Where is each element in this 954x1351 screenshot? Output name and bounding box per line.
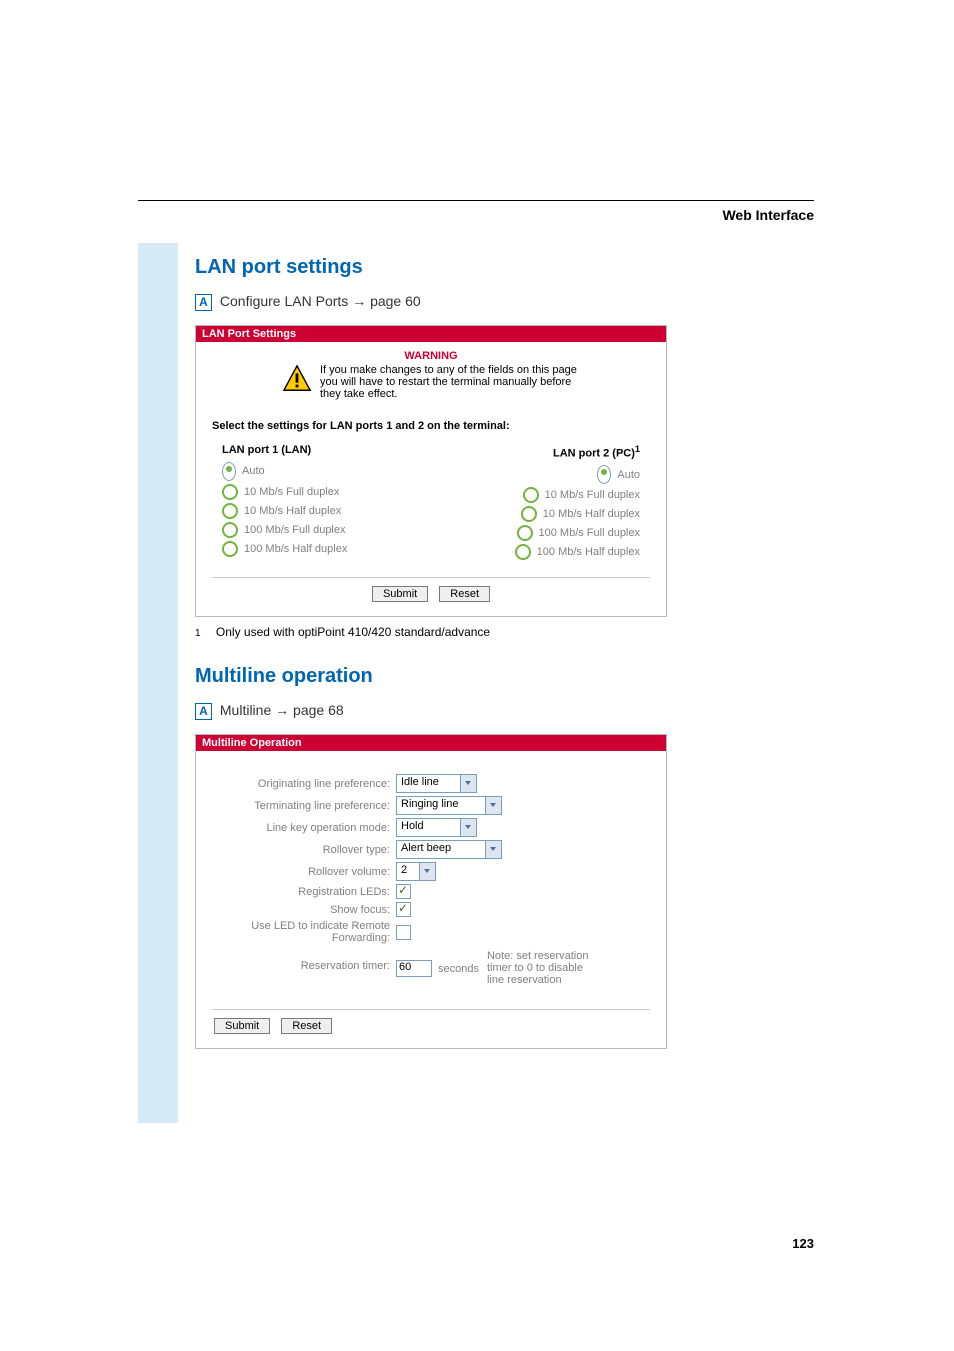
lan-col2-head-sup: 1 — [635, 444, 640, 454]
crossref-lan: A Configure LAN Ports → page 60 — [195, 293, 755, 311]
lan-col2-head-text: LAN port 2 (PC) — [553, 447, 635, 459]
chevron-down-icon — [460, 819, 476, 836]
chevron-down-icon — [485, 841, 501, 858]
seconds-label: seconds — [438, 963, 479, 975]
select-value: Hold — [397, 819, 460, 836]
lan1-auto[interactable]: Auto — [222, 462, 423, 481]
lan-panel-header: LAN Port Settings — [196, 326, 666, 342]
radio-icon — [517, 525, 533, 541]
footnote-number: 1 — [195, 628, 201, 639]
section-title-multiline: Multiline operation — [195, 665, 755, 688]
crossref-box-a: A — [195, 703, 212, 720]
select-value: Ringing line — [397, 797, 485, 814]
select-terminating[interactable]: Ringing line — [396, 796, 502, 815]
label-show-focus: Show focus: — [210, 904, 396, 916]
page-number: 123 — [792, 1236, 814, 1251]
footnote-text: Only used with optiPoint 410/420 standar… — [216, 625, 490, 639]
crossref-page: page 68 — [293, 702, 344, 718]
lan1-10half[interactable]: 10 Mb/s Half duplex — [222, 503, 423, 519]
lan-select-label: Select the settings for LAN ports 1 and … — [212, 420, 650, 432]
select-rollover-volume[interactable]: 2 — [396, 862, 436, 881]
crossref-multiline: A Multiline → page 68 — [195, 702, 755, 720]
select-value: Alert beep — [397, 841, 485, 858]
header-category: Web Interface — [722, 207, 814, 223]
checkbox-led-forwarding[interactable] — [396, 925, 411, 940]
chevron-down-icon — [460, 775, 476, 792]
radio-icon — [222, 503, 238, 519]
select-rollover-type[interactable]: Alert beep — [396, 840, 502, 859]
select-originating[interactable]: Idle line — [396, 774, 477, 793]
chevron-down-icon — [419, 863, 435, 880]
radio-icon — [523, 487, 539, 503]
lan1-100full[interactable]: 100 Mb/s Full duplex — [222, 522, 423, 538]
multi-reset-button[interactable]: Reset — [281, 1018, 332, 1034]
label-linekey: Line key operation mode: — [210, 822, 396, 834]
crossref-text: Multiline — [220, 702, 275, 718]
chevron-down-icon — [485, 797, 501, 814]
label-reservation-timer: Reservation timer: — [210, 950, 396, 972]
lan-footnote: 1 Only used with optiPoint 410/420 stand… — [195, 625, 755, 639]
checkbox-registration-leds[interactable] — [396, 884, 411, 899]
crossref-text: Configure LAN Ports — [220, 293, 352, 309]
panel-divider — [212, 577, 650, 578]
lan-submit-button[interactable]: Submit — [372, 586, 428, 602]
lan-reset-button[interactable]: Reset — [439, 586, 490, 602]
radio-icon — [597, 465, 611, 484]
lan2-10half[interactable]: 10 Mb/s Half duplex — [439, 506, 640, 522]
warning-icon — [282, 364, 312, 394]
lan2-10full[interactable]: 10 Mb/s Full duplex — [439, 487, 640, 503]
select-value: 2 — [397, 863, 419, 880]
input-reservation-timer[interactable]: 60 — [396, 960, 432, 977]
label-rollover-volume: Rollover volume: — [210, 866, 396, 878]
multiline-panel-header: Multiline Operation — [196, 735, 666, 751]
margin-bar — [138, 243, 178, 1123]
checkbox-show-focus[interactable] — [396, 902, 411, 917]
warning-block: WARNING If you make changes to any of th… — [196, 342, 666, 404]
header-rule — [138, 200, 814, 201]
select-linekey[interactable]: Hold — [396, 818, 477, 837]
radio-icon — [222, 522, 238, 538]
lan1-100half[interactable]: 100 Mb/s Half duplex — [222, 541, 423, 557]
lan2-auto[interactable]: Auto — [439, 465, 640, 484]
panel-divider — [212, 1009, 650, 1010]
lan-col1-head: LAN port 1 (LAN) — [222, 444, 423, 456]
select-value: Idle line — [397, 775, 460, 792]
lan-panel: LAN Port Settings WARNING If you make ch… — [195, 325, 667, 618]
label-led-forwarding: Use LED to indicate Remote Forwarding: — [210, 920, 396, 944]
warning-title: WARNING — [204, 350, 658, 362]
lan-col2-head: LAN port 2 (PC)1 — [439, 444, 640, 460]
lan2-100full[interactable]: 100 Mb/s Full duplex — [439, 525, 640, 541]
label-registration-leds: Registration LEDs: — [210, 886, 396, 898]
label-terminating: Terminating line preference: — [210, 800, 396, 812]
reservation-note: Note: set reservation timer to 0 to disa… — [487, 950, 597, 986]
radio-icon — [222, 462, 236, 481]
arrow-icon: → — [275, 702, 289, 718]
radio-icon — [222, 541, 238, 557]
crossref-page: page 60 — [370, 293, 421, 309]
lan1-10full[interactable]: 10 Mb/s Full duplex — [222, 484, 423, 500]
arrow-icon: → — [352, 293, 366, 309]
radio-icon — [222, 484, 238, 500]
label-rollover-type: Rollover type: — [210, 844, 396, 856]
warning-text: If you make changes to any of the fields… — [320, 364, 580, 400]
label-originating: Originating line preference: — [210, 778, 396, 790]
section-title-lan: LAN port settings — [195, 256, 755, 279]
multi-submit-button[interactable]: Submit — [214, 1018, 270, 1034]
radio-icon — [515, 544, 531, 560]
radio-icon — [521, 506, 537, 522]
multiline-panel: Multiline Operation Originating line pre… — [195, 734, 667, 1049]
lan2-100half[interactable]: 100 Mb/s Half duplex — [439, 544, 640, 560]
crossref-box-a: A — [195, 294, 212, 311]
